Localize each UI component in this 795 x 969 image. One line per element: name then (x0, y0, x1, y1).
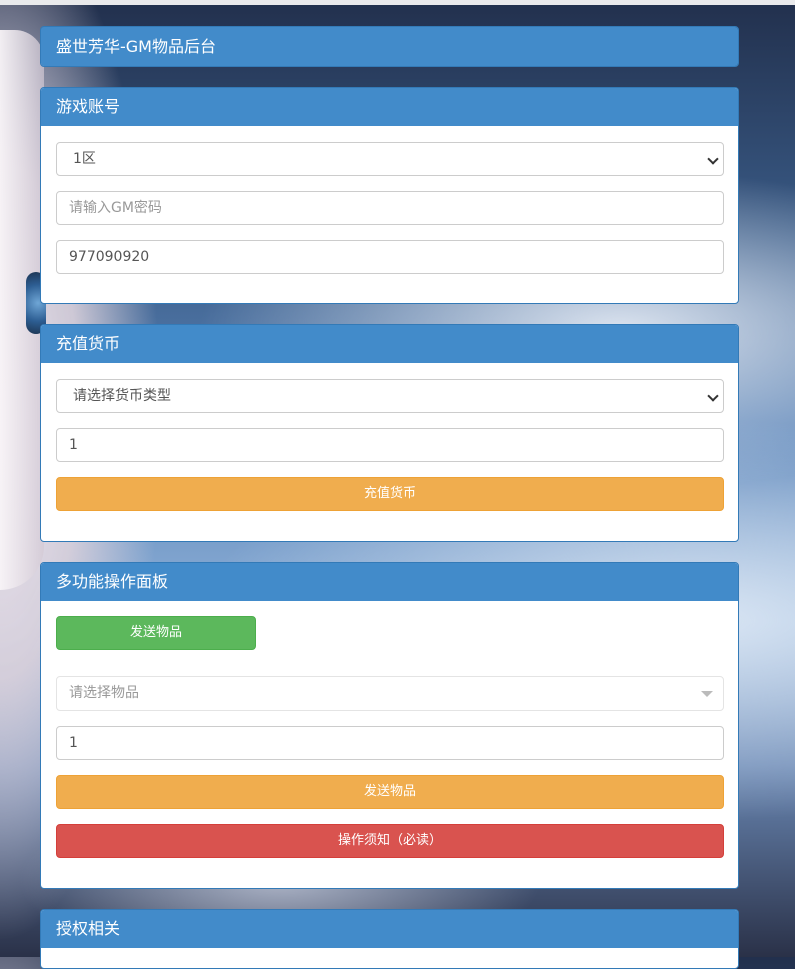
item-quantity-value: 1 (69, 735, 78, 751)
server-select[interactable]: 1区 (56, 142, 724, 176)
item-quantity-input[interactable]: 1 (56, 726, 724, 760)
recharge-panel-title: 充值货币 (41, 325, 738, 363)
chevron-down-icon (707, 390, 719, 402)
auth-panel-title: 授权相关 (41, 910, 738, 948)
gm-password-input[interactable]: 请输入GM密码 (56, 191, 724, 225)
server-select-value: 1区 (73, 151, 96, 167)
account-input-value: 977090920 (69, 249, 150, 265)
account-panel-title: 游戏账号 (41, 88, 738, 126)
item-select[interactable]: 请选择物品 (56, 676, 724, 711)
item-select-placeholder: 请选择物品 (69, 685, 139, 701)
account-panel: 游戏账号 1区 请输入GM密码 977090920 (40, 87, 739, 304)
multi-function-panel: 多功能操作面板 发送物品 请选择物品 1 发送物品 操作须知（必读） (40, 562, 739, 889)
multi-function-panel-title: 多功能操作面板 (41, 563, 738, 601)
dropdown-arrow-icon (701, 691, 713, 697)
currency-type-select[interactable]: 请选择货币类型 (56, 379, 724, 413)
recharge-panel: 充值货币 请选择货币类型 1 充值货币 (40, 324, 739, 542)
header-panel: 盛世芳华-GM物品后台 (40, 26, 739, 67)
send-item-button[interactable]: 发送物品 (56, 775, 724, 809)
recharge-button[interactable]: 充值货币 (56, 477, 724, 511)
tab-send-item-button[interactable]: 发送物品 (56, 616, 256, 650)
auth-panel: 授权相关 (40, 909, 739, 969)
operation-notice-button[interactable]: 操作须知（必读） (56, 824, 724, 858)
account-input[interactable]: 977090920 (56, 240, 724, 274)
gm-password-placeholder: 请输入GM密码 (69, 200, 162, 216)
currency-amount-input[interactable]: 1 (56, 428, 724, 462)
chevron-down-icon (707, 153, 719, 165)
currency-type-value: 请选择货币类型 (73, 388, 171, 404)
top-border (0, 0, 795, 5)
page-title: 盛世芳华-GM物品后台 (41, 27, 738, 66)
currency-amount-value: 1 (69, 437, 78, 453)
